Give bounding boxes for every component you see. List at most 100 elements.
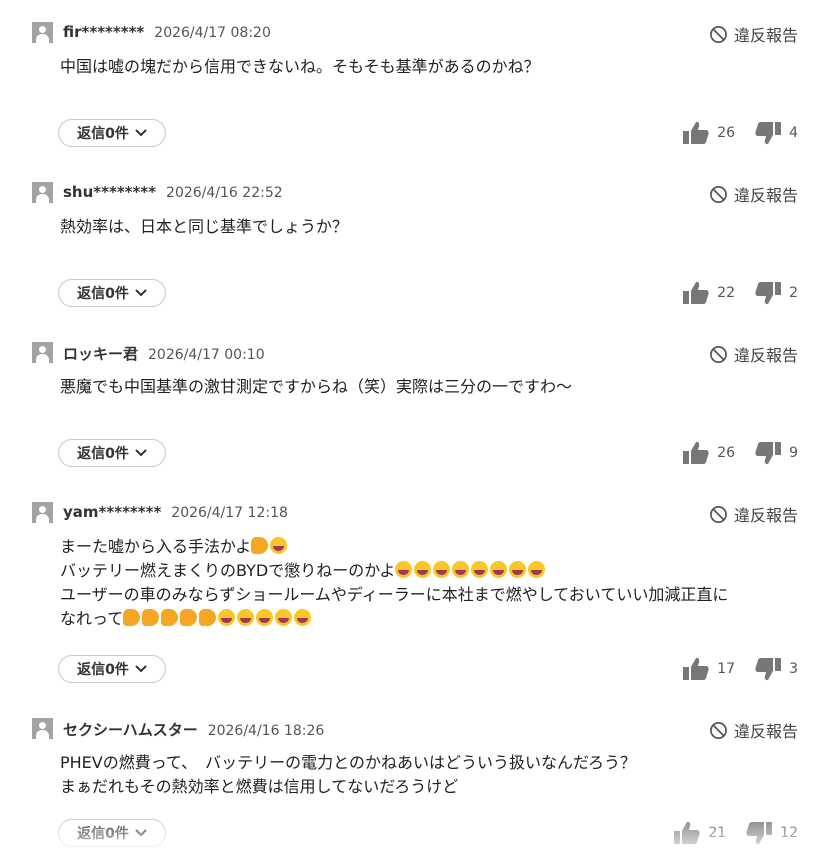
dislike-button[interactable]: 4 [755, 121, 798, 145]
thumbs-down-icon [746, 822, 773, 845]
comment-line: バッテリー燃えまくりのBYDで懲りねーのかよ [60, 559, 805, 583]
rofl-emoji [452, 561, 470, 578]
dislike-count: 3 [789, 661, 798, 677]
report-button[interactable]: 違反報告 [709, 22, 798, 46]
fist-emoji [161, 609, 179, 626]
reply-button[interactable]: 返信0件 [58, 119, 166, 147]
username[interactable]: セクシーハムスター [63, 721, 198, 739]
comment-line-text: バッテリー燃えまくりのBYDで懲りねーのかよ [60, 561, 396, 580]
ban-icon [710, 185, 727, 203]
comment-line: なれって [60, 607, 805, 631]
comment-line: 熱効率は、日本と同じ基準でしょうか？ [60, 217, 349, 236]
reply-button[interactable]: 返信0件 [58, 819, 166, 847]
comment-line-text: ユーザーの車のみならずショールームやディーラーに本社まで燃やしておいていい加減正… [60, 585, 729, 604]
comment-line: 中国は嘘の塊だから信用できないね。そもそも基準があるのかね？ [60, 57, 540, 76]
username[interactable]: yam******** [63, 503, 161, 521]
fist-emoji [199, 609, 217, 626]
dislike-count: 12 [780, 825, 798, 841]
rofl-emoji [490, 561, 508, 578]
avatar-icon [32, 182, 53, 203]
comment-line: まぁだれもその熱効率と燃費は信用してないだろうけど [60, 777, 459, 796]
like-count: 26 [717, 125, 736, 141]
username[interactable]: ロッキー君 [63, 345, 138, 363]
thumbs-up-icon [683, 441, 709, 464]
reply-button[interactable]: 返信0件 [58, 655, 166, 683]
thumbs-down-icon [755, 658, 782, 681]
reply-label: 返信0件 [77, 286, 129, 302]
comment-text: 悪魔でも中国基準の激甘測定ですからね（笑）実際は三分の一ですわ〜 [60, 375, 805, 399]
thumbs-up-icon [683, 121, 709, 144]
report-label: 違反報告 [733, 346, 798, 365]
reply-label: 返信0件 [77, 446, 129, 462]
rofl-emoji [294, 609, 312, 626]
rofl-emoji [471, 561, 489, 578]
report-label: 違反報告 [733, 186, 798, 205]
dislike-button[interactable]: 2 [755, 281, 798, 305]
comment-line: まーた嘘から入る手法かよ [60, 535, 805, 559]
comment-date: 2026/4/17 12:18 [171, 505, 288, 521]
rofl-emoji [270, 537, 288, 554]
dislike-count: 9 [789, 445, 798, 461]
comment-line-text: なれって [60, 609, 124, 628]
avatar-icon [32, 22, 53, 43]
rofl-emoji [528, 561, 546, 578]
emoji-group [395, 561, 547, 580]
comment-line: PHEVの燃費って、 バッテリーの電力とのかねあいはどういう扱いなんだろう？ [60, 753, 637, 772]
comment-date: 2026/4/17 08:20 [154, 25, 271, 41]
rofl-emoji [414, 561, 432, 578]
like-button[interactable]: 17 [683, 657, 735, 681]
fist-emoji [180, 609, 198, 626]
reply-label: 返信0件 [77, 126, 129, 142]
rofl-emoji [433, 561, 451, 578]
rofl-emoji [237, 609, 255, 626]
vote-bar: 17 3 [683, 657, 798, 681]
rofl-emoji [218, 609, 236, 626]
rofl-emoji [395, 561, 413, 578]
report-button[interactable]: 違反報告 [709, 342, 798, 366]
report-button[interactable]: 違反報告 [709, 502, 798, 526]
comment-date: 2026/4/17 00:10 [148, 347, 265, 363]
comment-text: 中国は嘘の塊だから信用できないね。そもそも基準があるのかね？ [60, 55, 805, 79]
thumbs-down-icon [755, 122, 782, 145]
like-button[interactable]: 26 [683, 121, 735, 145]
comment-line: 悪魔でも中国基準の激甘測定ですからね（笑）実際は三分の一ですわ〜 [60, 377, 573, 396]
comment-text: PHEVの燃費って、 バッテリーの電力とのかねあいはどういう扱いなんだろう？ ま… [60, 751, 805, 799]
like-count: 22 [717, 285, 736, 301]
comment-header: yam******** 2026/4/17 12:18 [63, 503, 288, 521]
vote-bar: 21 12 [674, 821, 798, 845]
chevron-down-icon [135, 665, 147, 673]
like-count: 26 [717, 445, 736, 461]
rofl-emoji [509, 561, 527, 578]
comment-date: 2026/4/16 18:26 [207, 723, 325, 739]
reply-label: 返信0件 [77, 662, 129, 678]
report-label: 違反報告 [733, 26, 798, 45]
like-button[interactable]: 22 [683, 281, 735, 305]
username[interactable]: fir******** [63, 23, 144, 41]
dislike-button[interactable]: 3 [755, 657, 798, 681]
comment-text: 熱効率は、日本と同じ基準でしょうか？ [60, 215, 805, 239]
ban-icon [710, 345, 727, 363]
fist-emoji [123, 609, 141, 626]
rofl-emoji [275, 609, 293, 626]
comment-line: ユーザーの車のみならずショールームやディーラーに本社まで燃やしておいていい加減正… [60, 583, 805, 607]
reply-label: 返信0件 [77, 826, 129, 842]
reply-button[interactable]: 返信0件 [58, 279, 166, 307]
report-button[interactable]: 違反報告 [709, 718, 798, 742]
dislike-button[interactable]: 12 [746, 821, 798, 845]
emoji-group [251, 537, 289, 556]
comment-header: shu******** 2026/4/16 22:52 [63, 183, 283, 201]
like-button[interactable]: 21 [674, 821, 726, 845]
ban-icon [710, 721, 727, 739]
ban-icon [710, 505, 727, 523]
fist-emoji [251, 537, 269, 554]
emoji-group [123, 609, 313, 628]
like-button[interactable]: 26 [683, 441, 735, 465]
report-button[interactable]: 違反報告 [709, 182, 798, 206]
report-label: 違反報告 [733, 506, 798, 525]
report-label: 違反報告 [733, 722, 798, 741]
username[interactable]: shu******** [63, 183, 156, 201]
reply-button[interactable]: 返信0件 [58, 439, 166, 467]
dislike-button[interactable]: 9 [755, 441, 798, 465]
avatar-icon [32, 502, 53, 523]
like-count: 21 [708, 825, 727, 841]
